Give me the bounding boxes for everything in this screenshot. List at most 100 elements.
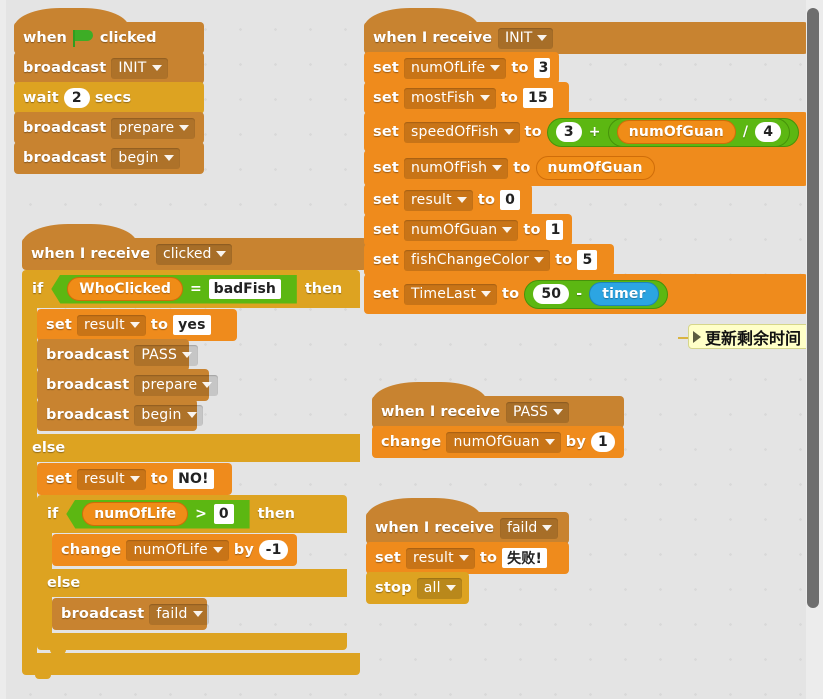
script-green-flag[interactable]: when clicked broadcast INIT wait 2 secs … bbox=[14, 8, 205, 178]
block-broadcast-pass[interactable]: broadcast PASS bbox=[37, 339, 199, 375]
broadcast-message-dropdown[interactable]: begin bbox=[134, 404, 203, 426]
operator-subtract[interactable]: 50 - timer bbox=[524, 279, 668, 309]
chevron-down-icon bbox=[502, 227, 513, 233]
expand-triangle-icon[interactable] bbox=[693, 330, 701, 343]
change-amount-input[interactable]: -1 bbox=[259, 540, 288, 560]
set-variable-dropdown[interactable]: result bbox=[406, 547, 475, 569]
block-change-numofguan[interactable]: change numOfGuan by 1 bbox=[372, 426, 624, 462]
comment-update-remaining-time[interactable]: 更新剩余时间 bbox=[688, 324, 823, 349]
block-broadcast-prepare[interactable]: broadcast prepare bbox=[37, 369, 219, 405]
equals-right-input[interactable]: badFish bbox=[208, 279, 281, 299]
block-set-numofguan[interactable]: set numOfGuan to 1 bbox=[364, 214, 572, 250]
hat-when-i-receive-clicked[interactable]: when I receive clicked bbox=[22, 224, 367, 274]
set-variable-dropdown[interactable]: result bbox=[77, 314, 146, 336]
receive-message-dropdown[interactable]: INIT bbox=[498, 27, 554, 49]
set-variable-dropdown[interactable]: result bbox=[77, 468, 146, 490]
block-if-else-whoclicked[interactable]: if WhoClicked = badFish then set result … bbox=[22, 270, 367, 679]
set-variable-dropdown[interactable]: result bbox=[404, 189, 473, 211]
block-set-mostfish[interactable]: set mostFish to 15 bbox=[364, 82, 569, 118]
scripting-workspace[interactable]: when clicked broadcast INIT wait 2 secs … bbox=[0, 0, 823, 699]
set-variable-dropdown[interactable]: numOfGuan bbox=[404, 219, 519, 241]
predicate-equals[interactable]: WhoClicked = badFish bbox=[51, 274, 297, 304]
subtract-left-input[interactable]: 50 bbox=[533, 284, 570, 304]
hat-when-i-receive-init[interactable]: when I receive INIT bbox=[364, 8, 809, 58]
reporter-timer[interactable]: timer bbox=[589, 282, 659, 306]
stop-option-dropdown[interactable]: all bbox=[416, 577, 462, 599]
block-broadcast-faild[interactable]: broadcast faild bbox=[52, 598, 209, 634]
divide-right-input[interactable]: 4 bbox=[755, 122, 782, 142]
change-amount-input[interactable]: 1 bbox=[591, 432, 615, 452]
wait-duration-input[interactable]: 2 bbox=[63, 88, 90, 108]
set-value-input[interactable]: 0 bbox=[500, 190, 521, 210]
operator-add[interactable]: 3 + numOfGuan / 4 bbox=[546, 117, 800, 147]
greater-than-right-input[interactable]: 0 bbox=[213, 504, 234, 524]
set-variable-dropdown[interactable]: speedOfFish bbox=[404, 121, 520, 143]
broadcast-message-dropdown[interactable]: INIT bbox=[111, 57, 168, 79]
broadcast-message-dropdown[interactable]: prepare bbox=[111, 117, 196, 139]
set-value-input[interactable]: yes bbox=[173, 315, 211, 335]
hat-clicked-label: clicked bbox=[99, 30, 157, 46]
reporter-numofguan[interactable]: numOfGuan bbox=[616, 120, 736, 144]
block-set-result-failed[interactable]: set result to 失败! bbox=[366, 542, 569, 578]
script-when-receive-pass[interactable]: when I receive PASS change numOfGuan by … bbox=[372, 382, 624, 462]
set-variable-dropdown[interactable]: TimeLast bbox=[404, 283, 498, 305]
block-broadcast-prepare[interactable]: broadcast prepare bbox=[14, 112, 205, 148]
script-when-receive-clicked[interactable]: when I receive clicked if WhoClicked = b… bbox=[22, 224, 367, 679]
block-set-speedoffish[interactable]: set speedOfFish to 3 + numOfGuan / 4 bbox=[364, 112, 809, 156]
block-broadcast-init[interactable]: broadcast INIT bbox=[14, 52, 205, 88]
script-when-receive-init[interactable]: when I receive INIT set numOfLife to 3 s… bbox=[364, 8, 809, 318]
receive-message-dropdown[interactable]: faild bbox=[500, 517, 559, 539]
receive-message-dropdown[interactable]: clicked bbox=[156, 243, 233, 265]
add-left-input[interactable]: 3 bbox=[555, 122, 582, 142]
broadcast-message-dropdown[interactable]: begin bbox=[111, 147, 180, 169]
set-value-input[interactable]: 15 bbox=[522, 88, 553, 108]
block-set-numoflife[interactable]: set numOfLife to 3 bbox=[364, 52, 559, 88]
block-broadcast-begin[interactable]: broadcast begin bbox=[14, 142, 205, 178]
reporter-numoflife[interactable]: numOfLife bbox=[82, 502, 189, 526]
script-when-receive-faild[interactable]: when I receive faild set result to 失败! s… bbox=[366, 498, 569, 608]
set-value-input[interactable]: 3 bbox=[533, 58, 550, 78]
chevron-down-icon bbox=[182, 352, 193, 358]
set-variable-dropdown[interactable]: numOfLife bbox=[404, 57, 507, 79]
set-variable-dropdown[interactable]: mostFish bbox=[404, 87, 496, 109]
block-set-numoffish[interactable]: set numOfFish to numOfGuan bbox=[364, 150, 809, 190]
then-label: then bbox=[257, 506, 296, 522]
block-stop-all[interactable]: stop all bbox=[366, 572, 469, 608]
to-label: to bbox=[502, 286, 520, 302]
operator-divide[interactable]: numOfGuan / 4 bbox=[607, 117, 791, 147]
hat-when-i-receive-pass[interactable]: when I receive PASS bbox=[372, 382, 624, 432]
set-label: set bbox=[375, 550, 401, 566]
set-value-input[interactable]: 1 bbox=[545, 220, 563, 240]
set-variable-value: result bbox=[84, 471, 125, 487]
change-variable-dropdown[interactable]: numOfLife bbox=[126, 539, 229, 561]
broadcast-message-dropdown[interactable]: PASS bbox=[134, 344, 199, 366]
set-variable-dropdown[interactable]: fishChangeColor bbox=[404, 249, 551, 271]
hat-when-label: when bbox=[23, 30, 67, 46]
change-variable-dropdown[interactable]: numOfGuan bbox=[446, 431, 561, 453]
inner-if-header[interactable]: if numOfLife > 0 then bbox=[37, 495, 347, 533]
reporter-whoclicked[interactable]: WhoClicked bbox=[67, 277, 183, 301]
set-value-input[interactable]: NO! bbox=[173, 469, 214, 489]
hat-when-green-flag-clicked[interactable]: when clicked bbox=[14, 8, 205, 58]
if-header[interactable]: if WhoClicked = badFish then bbox=[22, 270, 360, 308]
block-set-timelast[interactable]: set TimeLast to 50 - timer bbox=[364, 274, 809, 318]
block-wait-secs[interactable]: wait 2 secs bbox=[14, 82, 205, 118]
broadcast-message-dropdown[interactable]: faild bbox=[149, 603, 209, 625]
block-set-result-yes[interactable]: set result to yes bbox=[37, 309, 237, 345]
set-value-input[interactable]: 失败! bbox=[502, 548, 548, 568]
comment-text: 更新剩余时间 bbox=[705, 328, 802, 348]
block-change-numoflife[interactable]: change numOfLife by -1 bbox=[52, 534, 297, 570]
hat-when-i-receive-faild[interactable]: when I receive faild bbox=[366, 498, 569, 548]
set-value-input[interactable]: 5 bbox=[577, 250, 598, 270]
block-set-result-no[interactable]: set result to NO! bbox=[37, 463, 232, 499]
set-variable-dropdown[interactable]: numOfFish bbox=[404, 157, 509, 179]
block-broadcast-begin[interactable]: broadcast begin bbox=[37, 399, 203, 435]
broadcast-message-dropdown[interactable]: prepare bbox=[134, 374, 219, 396]
predicate-greater-than[interactable]: numOfLife > 0 bbox=[66, 499, 250, 529]
block-if-else-numoflife[interactable]: if numOfLife > 0 then change numOfLife b… bbox=[37, 495, 367, 654]
receive-message-dropdown[interactable]: PASS bbox=[506, 401, 569, 423]
reporter-numofguan[interactable]: numOfGuan bbox=[535, 156, 655, 180]
block-set-fishchangecolor[interactable]: set fishChangeColor to 5 bbox=[364, 244, 614, 280]
block-set-result[interactable]: set result to 0 bbox=[364, 184, 532, 220]
vertical-scrollbar-thumb[interactable] bbox=[807, 8, 819, 608]
